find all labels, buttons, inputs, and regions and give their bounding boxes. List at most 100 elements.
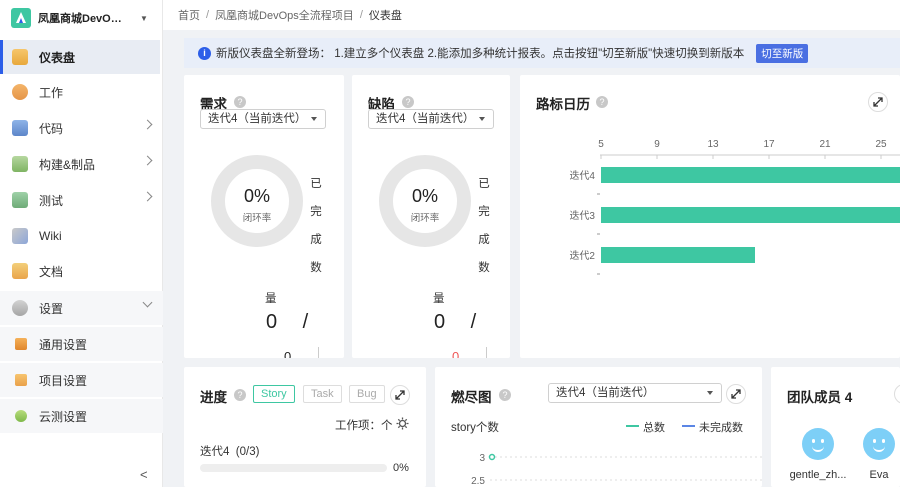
sidebar-item-work[interactable]: 工作: [0, 75, 163, 109]
closure-rate-donut: 0% 闭环率: [211, 155, 303, 247]
sidebar-subitem-cloudtest[interactable]: 云测设置: [0, 399, 163, 433]
total-count: 0: [452, 349, 460, 358]
burndown-chart: 32.5: [471, 453, 762, 487]
more-button[interactable]: [894, 384, 900, 404]
tab-task[interactable]: Task: [303, 385, 342, 403]
chevron-right-icon: [142, 119, 153, 130]
sidebar-item-label: 工作: [39, 85, 64, 100]
completed-count-label: 已 完 成 数: [309, 170, 323, 282]
member-name[interactable]: gentle_zh...: [781, 469, 855, 481]
project-name: 凤凰商城DevOps全流程项目: [38, 13, 128, 25]
sidebar-item-label: 构建&制品: [39, 157, 96, 172]
build-icon: [12, 156, 28, 172]
expand-button[interactable]: [390, 385, 410, 405]
label-char: 成: [310, 234, 322, 246]
tab-story[interactable]: Story: [253, 385, 295, 403]
sidebar-item-build[interactable]: 构建&制品: [0, 147, 163, 181]
progress-card: 进度 ? Story Task Bug 工作项：个 迭代4 (0/3) 0%: [184, 367, 426, 487]
breadcrumb-current: 仪表盘: [368, 10, 402, 22]
iteration-select-value: 迭代4（当前迭代）: [208, 113, 307, 125]
sidebar-subitem-label: 通用设置: [39, 337, 88, 352]
avatar-mouth: [812, 446, 824, 452]
member-avatar[interactable]: [802, 428, 834, 460]
help-icon[interactable]: ?: [402, 96, 414, 108]
new-dashboard-notice: i 新版仪表盘全新登场： 1.建立多个仪表盘 2.能添加多种统计报表。点击按钮"…: [184, 38, 900, 68]
tick-label: 25: [875, 139, 887, 150]
row-label: 迭代3: [569, 210, 595, 222]
sidebar-item-code[interactable]: 代码: [0, 111, 163, 145]
avatar-eye: [812, 439, 815, 443]
total-count: 0: [284, 349, 292, 358]
sidebar-item-dashboard[interactable]: 仪表盘: [0, 40, 160, 74]
closure-rate-label: 闭环率: [410, 213, 440, 224]
notice-text: 新版仪表盘全新登场： 1.建立多个仪表盘 2.能添加多种统计报表。点击按钮"切至…: [216, 48, 745, 60]
sidebar-subitem-general[interactable]: 通用设置: [0, 327, 163, 361]
label-char: 完: [310, 206, 322, 218]
chevron-right-icon: [142, 155, 153, 166]
iteration-progress-value: 0%: [393, 462, 409, 474]
avatar-mouth: [873, 446, 885, 452]
general-settings-icon: [15, 338, 27, 350]
breadcrumb: 首页 / 凤凰商城DevOps全流程项目 / 仪表盘: [163, 0, 900, 30]
sidebar-item-test[interactable]: 测试: [0, 183, 163, 217]
iteration-select-value: 迭代4（当前迭代）: [376, 113, 475, 125]
info-icon: i: [198, 46, 211, 60]
completed-ratio: 0 /: [434, 311, 487, 333]
sidebar-item-wiki[interactable]: Wiki: [0, 219, 163, 253]
total-point: [488, 453, 496, 461]
breadcrumb-project[interactable]: 凤凰商城DevOps全流程项目: [215, 7, 354, 23]
switch-new-version-button[interactable]: 切至新版: [756, 43, 809, 63]
milestone-gantt: 5 9 13 17 21 25 迭代4 迭代3 迭代2: [569, 139, 900, 275]
divider: [486, 347, 487, 358]
member-avatar[interactable]: [863, 428, 895, 460]
iteration-select[interactable]: 迭代4（当前迭代）: [200, 109, 326, 129]
closure-rate-value: 0%: [411, 186, 438, 206]
help-icon[interactable]: ?: [234, 389, 246, 401]
iteration-bar: [601, 207, 900, 223]
label-char: 完: [478, 206, 490, 218]
quantity-label: 量: [265, 293, 277, 305]
avatar-eye: [873, 439, 876, 443]
team-members-card: 团队成员 4 gentle_zh... Eva: [771, 367, 900, 487]
collapse-sidebar-icon[interactable]: <: [140, 467, 148, 482]
milestone-calendar-card: 路标日历 ? 5 9 13 17 21 25 迭代4 迭代3 迭代2: [520, 75, 900, 358]
work-icon: [12, 84, 28, 100]
completed-ratio: 0 /: [266, 311, 319, 333]
caret-down-icon: [311, 117, 317, 121]
row-label: 迭代4: [569, 170, 595, 182]
member-name[interactable]: Eva: [859, 469, 899, 481]
closure-rate-value: 0%: [243, 186, 270, 206]
sidebar-item-label: Wiki: [39, 229, 62, 243]
settings-icon: [12, 300, 28, 316]
card-title: 进度: [200, 390, 227, 405]
label-char: 成: [478, 234, 490, 246]
tick-label: 17: [763, 139, 775, 150]
project-switcher[interactable]: 凤凰商城DevOps全流程项目 ▼: [0, 0, 162, 36]
tick-label: 21: [819, 139, 831, 150]
iteration-select[interactable]: 迭代4（当前迭代）: [368, 109, 494, 129]
code-icon: [12, 120, 28, 136]
chevron-down-icon: ▼: [140, 13, 148, 23]
breadcrumb-separator: /: [206, 9, 210, 21]
iteration-bar: [601, 167, 900, 183]
sidebar-item-docs[interactable]: 文档: [0, 254, 163, 288]
iteration-progress-label: 迭代4 (0/3): [200, 443, 259, 459]
sidebar-subitem-project[interactable]: 项目设置: [0, 363, 163, 397]
sidebar-item-label: 仪表盘: [39, 50, 76, 65]
completed-count-label: 已 完 成 数: [477, 170, 491, 282]
card-title: 团队成员 4: [787, 390, 853, 405]
sidebar-item-settings[interactable]: 设置: [0, 291, 163, 325]
tick-label: 5: [598, 139, 604, 150]
gear-icon[interactable]: [396, 417, 409, 430]
sidebar-subitem-label: 云测设置: [39, 409, 88, 424]
burndown-card: 燃尽图 ? 迭代4（当前迭代） story个数 总数 未完成数 3 2.5: [435, 367, 762, 487]
iteration-count: (0/3): [235, 446, 260, 458]
row-label: 迭代2: [569, 250, 595, 262]
help-icon[interactable]: ?: [234, 96, 246, 108]
label-char: 数: [478, 262, 490, 274]
tab-bug[interactable]: Bug: [349, 385, 385, 403]
project-logo-icon: [11, 8, 31, 28]
label-char: 已: [310, 178, 322, 190]
breadcrumb-home[interactable]: 首页: [178, 7, 200, 23]
avatar-eye: [882, 439, 885, 443]
